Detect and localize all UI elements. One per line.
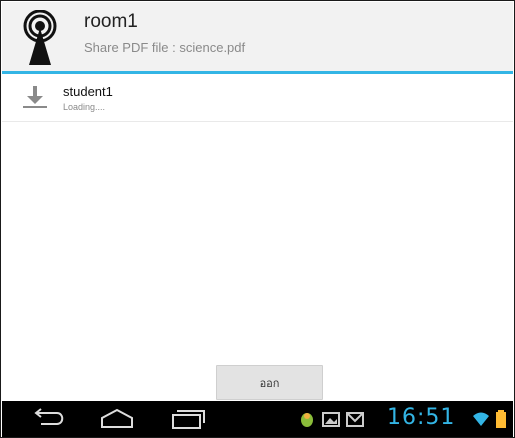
clock: 16:51 [387,405,456,430]
home-icon[interactable] [97,407,137,431]
student-name: student1 [63,84,113,99]
shared-file-subtitle: Share PDF file : science.pdf [84,40,246,55]
battery-icon [496,410,506,428]
wifi-icon [473,412,489,426]
exit-button[interactable]: ออก [216,365,323,400]
header-divider [2,71,513,74]
back-icon[interactable] [27,407,67,431]
loading-status: Loading.... [63,102,106,112]
title-bar: room1 Share PDF file : science.pdf [2,2,513,71]
download-icon [23,86,47,108]
broadcast-tower-icon [23,10,57,65]
email-notification-icon [346,412,364,427]
system-navigation-bar: 16:51 [2,401,513,437]
image-notification-icon [322,412,340,427]
list-item[interactable]: student1 Loading.... [2,75,513,122]
android-notification-icon [301,413,313,427]
room-title: room1 [84,11,138,32]
recent-apps-icon[interactable] [167,407,207,431]
app-window: room1 Share PDF file : science.pdf stude… [0,0,515,438]
